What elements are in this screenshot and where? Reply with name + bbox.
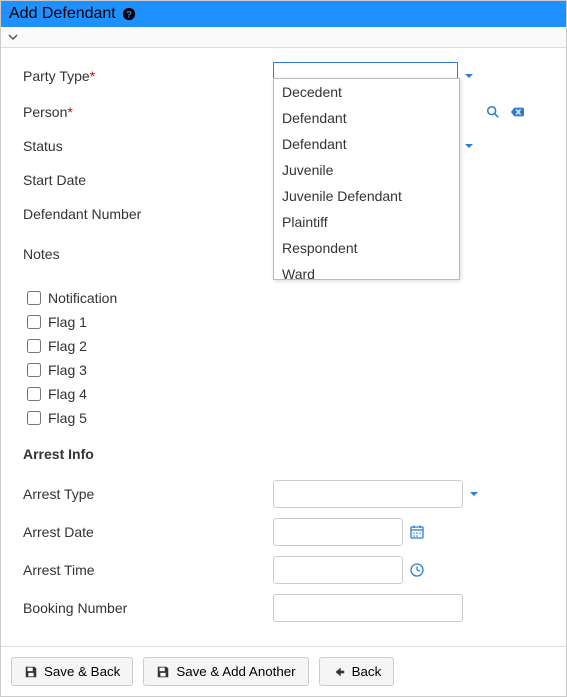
label-party-type: Party Type* xyxy=(23,68,273,84)
checkbox-flag4[interactable] xyxy=(27,387,41,401)
row-arrest-time: Arrest Time xyxy=(23,556,548,584)
checkbox-flag4-row: Flag 4 xyxy=(23,384,548,404)
checkbox-flag1-label: Flag 1 xyxy=(48,314,87,330)
required-marker: * xyxy=(67,104,72,120)
save-back-button[interactable]: Save & Back xyxy=(11,657,133,686)
arrest-type-dropdown-trigger[interactable] xyxy=(469,489,479,499)
row-arrest-date: Arrest Date xyxy=(23,518,548,546)
status-dropdown-trigger[interactable] xyxy=(464,141,474,151)
party-type-dropdown-trigger[interactable] xyxy=(464,71,474,81)
dropdown-option[interactable]: Juvenile xyxy=(274,157,459,183)
label-notes: Notes xyxy=(23,246,273,262)
footer-bar: Save & Back Save & Add Another Back xyxy=(1,646,566,696)
arrest-type-input[interactable] xyxy=(273,480,463,508)
label-arrest-date: Arrest Date xyxy=(23,524,273,540)
save-back-label: Save & Back xyxy=(44,664,120,679)
checkbox-group: Notification Flag 1 Flag 2 Flag 3 Flag 4… xyxy=(23,288,548,428)
arrest-time-input[interactable] xyxy=(273,556,403,584)
label-start-date: Start Date xyxy=(23,172,273,188)
clock-icon[interactable] xyxy=(409,562,425,578)
back-button[interactable]: Back xyxy=(319,657,395,686)
help-icon[interactable]: ? xyxy=(122,7,136,21)
arrest-date-input[interactable] xyxy=(273,518,403,546)
checkbox-flag2[interactable] xyxy=(27,339,41,353)
dropdown-option[interactable]: Ward xyxy=(274,261,459,279)
dropdown-option[interactable]: Defendant xyxy=(274,105,459,131)
checkbox-flag5-row: Flag 5 xyxy=(23,408,548,428)
label-arrest-type: Arrest Type xyxy=(23,486,273,502)
label-party-type-text: Party Type xyxy=(23,68,90,84)
checkbox-notification[interactable] xyxy=(27,291,41,305)
label-person: Person* xyxy=(23,104,273,120)
checkbox-flag3-label: Flag 3 xyxy=(48,362,87,378)
label-booking-number: Booking Number xyxy=(23,600,273,616)
dropdown-option[interactable]: Respondent xyxy=(274,235,459,261)
row-arrest-type: Arrest Type xyxy=(23,480,548,508)
dropdown-option[interactable]: Defendant xyxy=(274,131,459,157)
label-person-text: Person xyxy=(23,104,67,120)
checkbox-flag3[interactable] xyxy=(27,363,41,377)
party-type-dropdown[interactable]: Decedent Defendant Defendant Juvenile Ju… xyxy=(273,78,460,280)
checkbox-flag2-label: Flag 2 xyxy=(48,338,87,354)
sub-bar xyxy=(1,27,566,48)
checkbox-flag5-label: Flag 5 xyxy=(48,410,87,426)
panel-header: Add Defendant ? xyxy=(1,1,566,27)
arrow-left-icon xyxy=(332,665,346,679)
required-marker: * xyxy=(90,68,95,84)
add-defendant-panel: Add Defendant ? Party Type* Decedent xyxy=(0,0,567,697)
checkbox-notification-row: Notification xyxy=(23,288,548,308)
section-arrest-info: Arrest Info xyxy=(23,446,548,462)
form-body: Party Type* Decedent Defendant Defendant… xyxy=(1,48,566,646)
label-defendant-number: Defendant Number xyxy=(23,206,273,222)
dropdown-option[interactable]: Decedent xyxy=(274,79,459,105)
checkbox-flag4-label: Flag 4 xyxy=(48,386,87,402)
save-add-another-button[interactable]: Save & Add Another xyxy=(143,657,308,686)
checkbox-flag1-row: Flag 1 xyxy=(23,312,548,332)
dropdown-option[interactable]: Plaintiff xyxy=(274,209,459,235)
checkbox-notification-label: Notification xyxy=(48,290,117,306)
checkbox-flag5[interactable] xyxy=(27,411,41,425)
panel-title: Add Defendant xyxy=(9,5,116,23)
checkbox-flag2-row: Flag 2 xyxy=(23,336,548,356)
back-label: Back xyxy=(352,664,382,679)
booking-number-input[interactable] xyxy=(273,594,463,622)
label-arrest-time: Arrest Time xyxy=(23,562,273,578)
checkbox-flag1[interactable] xyxy=(27,315,41,329)
save-icon xyxy=(156,665,170,679)
save-add-another-label: Save & Add Another xyxy=(176,664,295,679)
clear-icon[interactable] xyxy=(510,105,524,119)
checkbox-flag3-row: Flag 3 xyxy=(23,360,548,380)
chevron-down-icon[interactable] xyxy=(7,31,560,43)
search-icon[interactable] xyxy=(486,105,500,119)
save-icon xyxy=(24,665,38,679)
label-status: Status xyxy=(23,138,273,154)
dropdown-option[interactable]: Juvenile Defendant xyxy=(274,183,459,209)
row-booking-number: Booking Number xyxy=(23,594,548,622)
calendar-icon[interactable] xyxy=(409,524,425,540)
svg-text:?: ? xyxy=(126,10,132,21)
